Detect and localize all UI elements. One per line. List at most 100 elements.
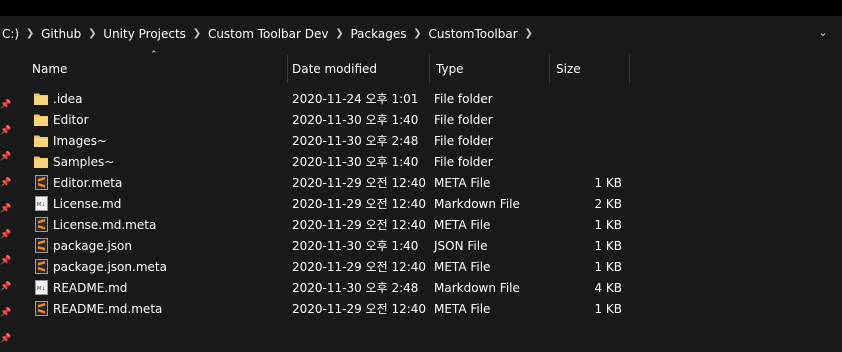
file-date: 2020-11-24 오후 1:01 [292, 92, 419, 106]
chevron-right-icon[interactable]: ❯ [83, 28, 101, 39]
file-date: 2020-11-30 오후 1:40 [292, 155, 419, 169]
file-type: File folder [434, 133, 493, 148]
file-type: META File [434, 301, 491, 316]
file-name-cell: package.json.meta [20, 259, 288, 275]
file-size: 2 KB [594, 196, 622, 211]
column-header-date[interactable]: Date modified [288, 55, 430, 83]
breadcrumb-item-drive[interactable]: C:) [0, 27, 21, 41]
pin-icon[interactable]: 📌 [0, 334, 11, 344]
file-name-cell: .idea [20, 91, 288, 107]
file-name: Samples~ [53, 154, 115, 169]
file-date: 2020-11-30 오후 2:48 [292, 281, 419, 295]
svg-text:M↓: M↓ [37, 202, 46, 208]
file-name: Editor [53, 112, 89, 127]
pin-icon[interactable]: 📌 [0, 204, 11, 214]
file-type: Markdown File [434, 196, 520, 211]
markdown-file-icon: M↓ [33, 280, 49, 296]
chevron-right-icon[interactable]: ❯ [408, 28, 426, 39]
file-name: License.md.meta [53, 217, 157, 232]
file-name: README.md.meta [53, 301, 163, 316]
folder-icon [33, 91, 49, 107]
pin-icon[interactable]: 📌 [0, 100, 11, 110]
file-name-cell: License.md.meta [20, 217, 288, 233]
file-name: Images~ [53, 133, 107, 148]
file-date: 2020-11-29 오전 12:40 [292, 176, 427, 190]
file-name-cell: M↓ README.md [20, 280, 288, 296]
file-name-cell: package.json [20, 238, 288, 254]
file-row[interactable]: M↓ README.md 2020-11-30 오후 2:48 Markdown Fi… [20, 277, 640, 298]
column-header-type-label: Type [436, 62, 464, 76]
sublime-file-icon [33, 175, 49, 191]
column-header-name-label: Name [32, 62, 68, 76]
file-name: package.json.meta [53, 259, 167, 274]
breadcrumb-item-custom-toolbar-dev[interactable]: Custom Toolbar Dev [206, 27, 331, 41]
column-header-date-label: Date modified [292, 62, 378, 76]
file-type: File folder [434, 112, 493, 127]
pin-icon[interactable]: 📌 [0, 308, 11, 318]
file-name-cell: Editor.meta [20, 175, 288, 191]
address-bar[interactable]: C:) ❯ Github ❯ Unity Projects ❯ Custom T… [0, 20, 842, 47]
breadcrumb-item-github[interactable]: Github [39, 27, 83, 41]
file-name: README.md [53, 280, 128, 295]
file-size: 1 KB [594, 217, 622, 232]
pin-icon[interactable]: 📌 [0, 152, 11, 162]
file-list: .idea 2020-11-24 오후 1:01 File folder Editor… [20, 88, 640, 319]
sublime-file-icon [33, 301, 49, 317]
file-size: 1 KB [594, 238, 622, 253]
file-date: 2020-11-29 오전 12:40 [292, 218, 427, 232]
chevron-right-icon[interactable]: ❯ [21, 28, 39, 39]
sublime-file-icon [33, 238, 49, 254]
folder-icon [33, 133, 49, 149]
chevron-right-icon[interactable]: ❯ [188, 28, 206, 39]
file-date: 2020-11-30 오후 1:40 [292, 113, 419, 127]
breadcrumb-item-customtoolbar[interactable]: CustomToolbar [426, 27, 519, 41]
file-name: Editor.meta [53, 175, 123, 190]
breadcrumb-item-packages[interactable]: Packages [348, 27, 408, 41]
svg-text:M↓: M↓ [37, 286, 46, 292]
file-row[interactable]: Samples~ 2020-11-30 오후 1:40 File folder [20, 151, 640, 172]
file-size: 1 KB [594, 259, 622, 274]
column-header-name[interactable]: Name [20, 55, 288, 83]
chevron-right-icon[interactable]: ❯ [520, 28, 538, 39]
breadcrumb: C:) ❯ Github ❯ Unity Projects ❯ Custom T… [0, 20, 538, 47]
pin-icon[interactable]: 📌 [0, 256, 11, 266]
column-header-type[interactable]: Type [430, 55, 550, 83]
column-header-row: Name Date modified Type Size [20, 55, 642, 83]
file-row[interactable]: Images~ 2020-11-30 오후 2:48 File folder [20, 130, 640, 151]
file-row[interactable]: M↓ License.md 2020-11-29 오전 12:40 Markdown … [20, 193, 640, 214]
file-date: 2020-11-29 오전 12:40 [292, 197, 427, 211]
file-type: Markdown File [434, 280, 520, 295]
file-type: JSON File [434, 238, 488, 253]
chevron-down-icon[interactable]: ⌄ [817, 27, 829, 39]
file-row[interactable]: package.json.meta 2020-11-29 오전 12:40 META… [20, 256, 640, 277]
pin-icon[interactable]: 📌 [0, 126, 11, 136]
breadcrumb-item-unity-projects[interactable]: Unity Projects [101, 27, 188, 41]
sublime-file-icon [33, 217, 49, 233]
markdown-file-icon: M↓ [33, 196, 49, 212]
pin-icon[interactable]: 📌 [0, 282, 11, 292]
chevron-right-icon[interactable]: ❯ [330, 28, 348, 39]
file-name-cell: M↓ License.md [20, 196, 288, 212]
file-row[interactable]: README.md.meta 2020-11-29 오전 12:40 META Fi… [20, 298, 640, 319]
pin-icon[interactable]: 📌 [0, 230, 11, 240]
file-row[interactable]: License.md.meta 2020-11-29 오전 12:40 META F… [20, 214, 640, 235]
file-date: 2020-11-30 오후 2:48 [292, 134, 419, 148]
navigation-pane: 📌 📌 📌 📌 📌 📌 📌 📌 📌 📌 [0, 50, 12, 352]
file-size: 1 KB [594, 175, 622, 190]
file-row[interactable]: package.json 2020-11-30 오후 1:40 JSON File 1… [20, 235, 640, 256]
file-date: 2020-11-29 오전 12:40 [292, 260, 427, 274]
column-header-size[interactable]: Size [550, 55, 630, 83]
sublime-file-icon [33, 259, 49, 275]
folder-icon [33, 112, 49, 128]
file-name: License.md [53, 196, 122, 211]
file-type: META File [434, 217, 491, 232]
file-name-cell: README.md.meta [20, 301, 288, 317]
file-type: File folder [434, 91, 493, 106]
file-row[interactable]: Editor.meta 2020-11-29 오전 12:40 META File 1… [20, 172, 640, 193]
file-row[interactable]: .idea 2020-11-24 오후 1:01 File folder [20, 88, 640, 109]
file-row[interactable]: Editor 2020-11-30 오후 1:40 File folder [20, 109, 640, 130]
file-name-cell: Images~ [20, 133, 288, 149]
file-name: .idea [53, 91, 83, 106]
file-date: 2020-11-30 오후 1:40 [292, 239, 419, 253]
pin-icon[interactable]: 📌 [0, 178, 11, 188]
